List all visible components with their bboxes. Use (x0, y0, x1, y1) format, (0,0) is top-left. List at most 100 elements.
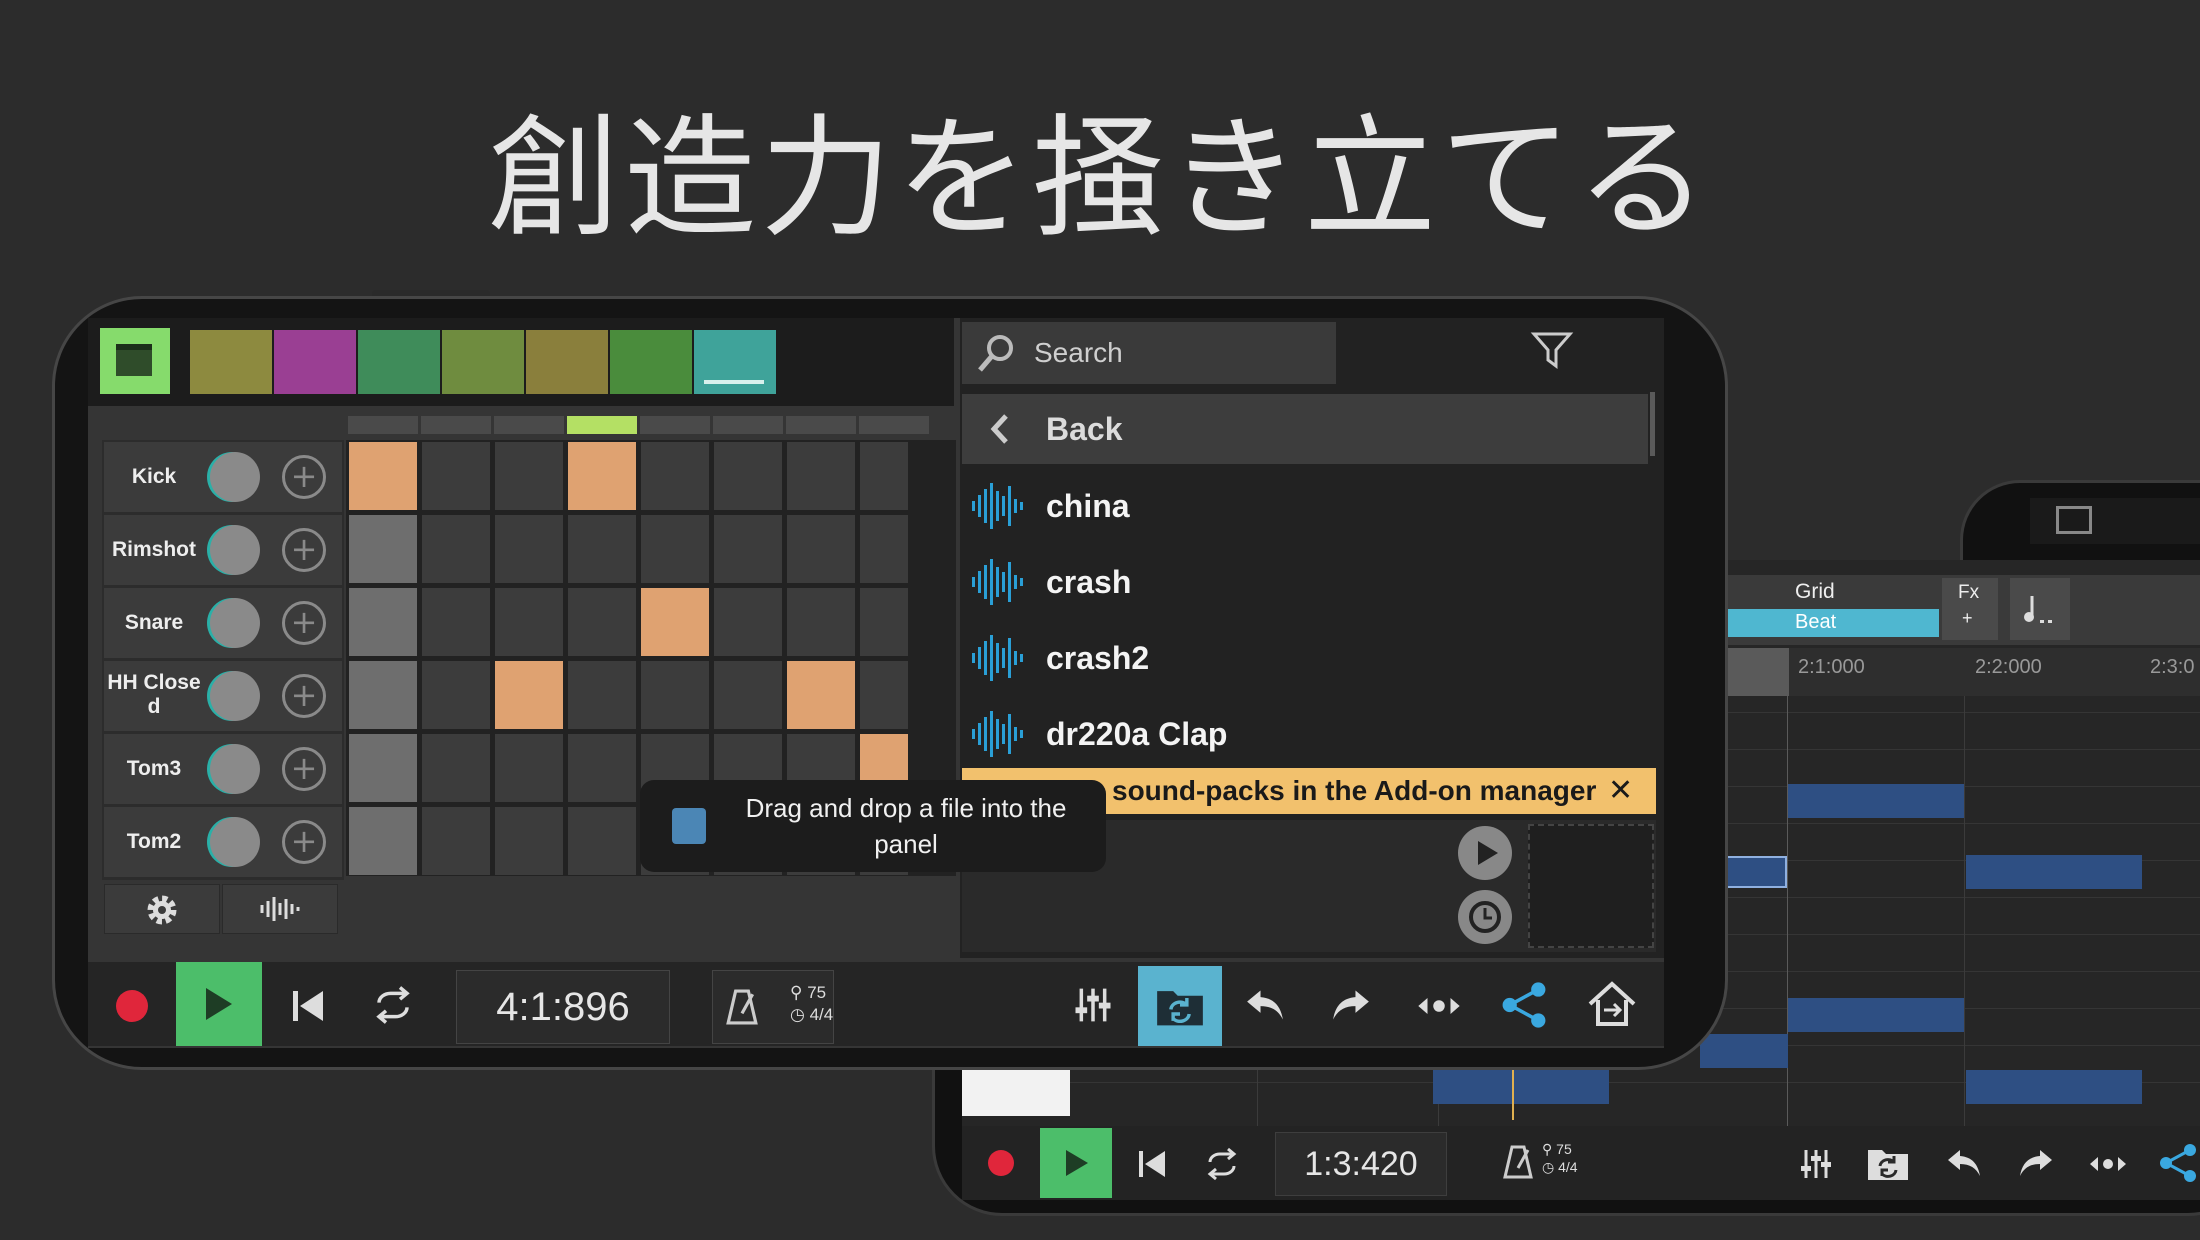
step-cell[interactable] (860, 442, 908, 510)
pattern-note[interactable] (1700, 1034, 1788, 1068)
position-display[interactable]: 1:3:420 (1275, 1132, 1447, 1196)
step-cell[interactable] (568, 734, 636, 802)
add-icon[interactable]: + (282, 528, 326, 572)
step-cell[interactable] (349, 661, 417, 729)
step-cell[interactable] (641, 515, 709, 583)
step-cell[interactable] (422, 515, 490, 583)
clip-loop-button[interactable] (1138, 966, 1222, 1046)
rewind-icon[interactable] (1136, 1148, 1168, 1180)
step-cell[interactable] (860, 661, 908, 729)
timeline-ruler[interactable] (1725, 648, 2200, 696)
volume-knob[interactable] (210, 452, 260, 502)
loop-icon[interactable] (372, 984, 414, 1026)
panel-icon[interactable] (2056, 506, 2092, 534)
clip-slot-active[interactable] (694, 330, 776, 394)
step-cell[interactable] (714, 515, 782, 583)
clip-slot[interactable] (610, 330, 692, 394)
share-icon[interactable] (1500, 980, 1548, 1030)
export-icon[interactable] (1586, 980, 1638, 1030)
volume-knob[interactable] (210, 525, 260, 575)
rewind-icon[interactable] (290, 988, 326, 1024)
step-cell[interactable] (568, 515, 636, 583)
beat-selector[interactable]: Beat (1725, 609, 1939, 637)
pattern-note[interactable] (1966, 1070, 2142, 1104)
pattern-note[interactable] (1966, 855, 2142, 889)
drop-zone[interactable] (1528, 824, 1654, 948)
step-cell[interactable] (422, 661, 490, 729)
play-button[interactable] (1040, 1128, 1112, 1198)
volume-knob[interactable] (210, 671, 260, 721)
file-item[interactable]: china (962, 468, 1648, 544)
position-display[interactable]: 4:1:896 (456, 970, 670, 1044)
step-cell[interactable] (787, 515, 855, 583)
undo-icon[interactable] (1944, 1146, 1984, 1180)
track-row[interactable]: Tom2 + (104, 807, 342, 877)
more-icon[interactable] (1416, 992, 1462, 1020)
step-cell[interactable] (495, 734, 563, 802)
add-icon[interactable]: + (282, 674, 326, 718)
mixer-icon[interactable] (1798, 1146, 1834, 1182)
file-item[interactable]: crash2 (962, 620, 1648, 696)
note-length-button[interactable] (2010, 578, 2070, 640)
step-cell[interactable] (787, 588, 855, 656)
sample-button[interactable] (222, 884, 338, 934)
record-button[interactable] (988, 1150, 1014, 1176)
step-cell[interactable] (641, 588, 709, 656)
add-icon[interactable]: + (282, 601, 326, 645)
undo-icon[interactable] (1242, 986, 1288, 1024)
step-cell[interactable] (495, 515, 563, 583)
filter-icon[interactable] (1530, 330, 1574, 372)
share-icon[interactable] (2158, 1142, 2198, 1184)
search-input[interactable] (962, 322, 1336, 384)
clip-slot[interactable] (526, 330, 608, 394)
mixer-icon[interactable] (1072, 984, 1114, 1026)
clip-slot[interactable] (358, 330, 440, 394)
clip-slot[interactable] (274, 330, 356, 394)
step-cell[interactable] (568, 661, 636, 729)
selected-note[interactable] (1725, 856, 1787, 888)
step-cell[interactable] (349, 807, 417, 875)
track-row[interactable]: Tom3 + (104, 734, 342, 804)
step-cell[interactable] (568, 807, 636, 875)
clip-view-button[interactable] (100, 328, 170, 394)
step-cell[interactable] (787, 442, 855, 510)
track-row[interactable]: Rimshot + (104, 515, 342, 585)
fx-button[interactable]: Fx + (1942, 578, 1998, 640)
step-cell[interactable] (714, 442, 782, 510)
step-cell[interactable] (422, 807, 490, 875)
step-cell[interactable] (787, 661, 855, 729)
more-icon[interactable] (2088, 1152, 2128, 1176)
step-cell[interactable] (349, 442, 417, 510)
step-cell[interactable] (714, 661, 782, 729)
redo-icon[interactable] (1328, 986, 1374, 1024)
track-row[interactable]: HH Close d + (104, 661, 342, 731)
record-button[interactable] (116, 990, 148, 1022)
preview-clock-button[interactable] (1458, 890, 1512, 944)
step-cell[interactable] (860, 588, 908, 656)
step-cell[interactable] (349, 515, 417, 583)
step-cell[interactable] (495, 807, 563, 875)
step-cell[interactable] (349, 588, 417, 656)
step-cell[interactable] (495, 442, 563, 510)
pattern-note[interactable] (1788, 784, 1964, 818)
metronome-icon[interactable] (1502, 1144, 1534, 1180)
step-cell[interactable] (349, 734, 417, 802)
step-cell[interactable] (495, 661, 563, 729)
add-icon[interactable]: + (282, 820, 326, 864)
redo-icon[interactable] (2016, 1146, 2056, 1180)
step-cell[interactable] (422, 442, 490, 510)
clip-slot[interactable] (442, 330, 524, 394)
step-cell[interactable] (495, 588, 563, 656)
close-icon[interactable]: ✕ (1608, 768, 1633, 814)
pattern-note[interactable] (1433, 1070, 1609, 1104)
clip-slot[interactable] (190, 330, 272, 394)
step-cell[interactable] (641, 442, 709, 510)
file-item[interactable]: crash (962, 544, 1648, 620)
track-row[interactable]: Snare + (104, 588, 342, 658)
step-cell[interactable] (568, 442, 636, 510)
track-row[interactable]: Kick + (104, 442, 342, 512)
step-cell[interactable] (568, 588, 636, 656)
play-button[interactable] (176, 962, 262, 1046)
keyboard-key[interactable] (962, 1062, 1070, 1116)
volume-knob[interactable] (210, 744, 260, 794)
